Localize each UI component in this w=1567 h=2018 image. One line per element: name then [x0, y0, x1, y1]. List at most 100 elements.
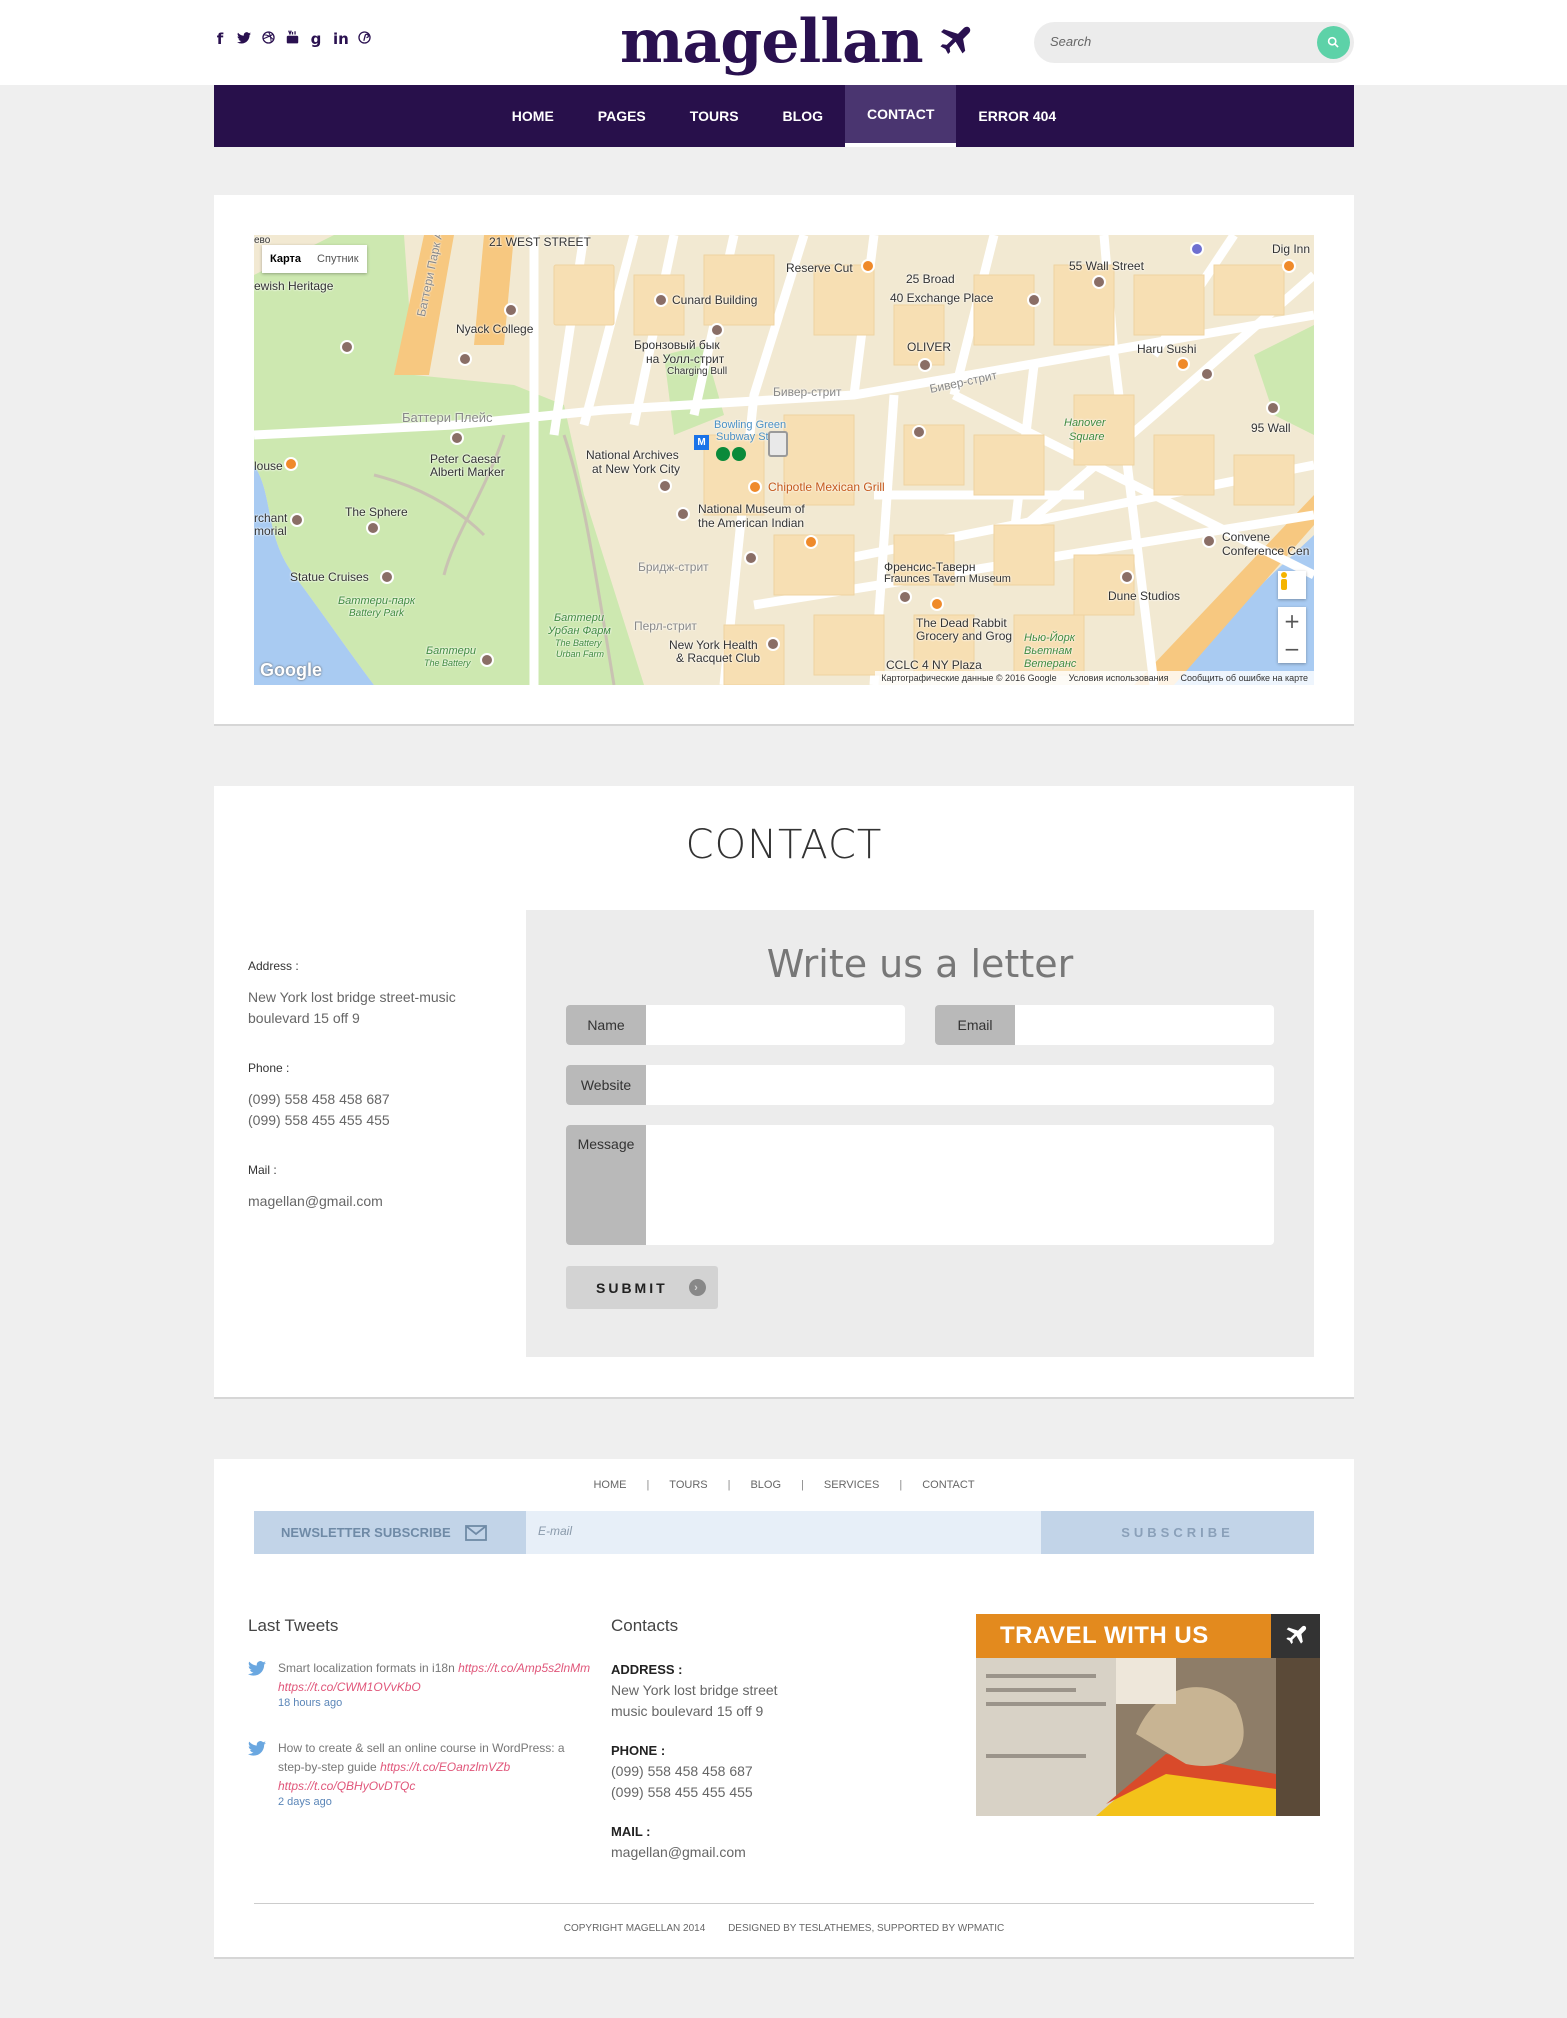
map-poi-marker[interactable] [804, 535, 818, 549]
map-poi-marker[interactable] [1120, 570, 1134, 584]
map-poi-marker[interactable] [710, 323, 724, 337]
website-field[interactable]: Website [566, 1065, 1274, 1105]
contacts-title: Contacts [611, 1616, 679, 1635]
nav-pages[interactable]: PAGES [576, 85, 668, 147]
copyright: COPYRIGHT MAGELLAN 2014 DESIGNED BY TESL… [214, 1923, 1354, 1934]
map-type-satellite[interactable]: Спутник [309, 245, 366, 273]
map-poi-marker[interactable] [676, 507, 690, 521]
map-label: 40 Exchange Place [890, 291, 994, 305]
map-poi-marker[interactable] [504, 303, 518, 317]
google-map[interactable]: ewish Heritage 21 WEST STREET Баттери Па… [254, 235, 1314, 685]
map-poi-marker[interactable] [912, 425, 926, 439]
footer-nav-services[interactable]: SERVICES [824, 1479, 879, 1491]
footer-address-line: music boulevard 15 off 9 [611, 1703, 764, 1719]
map-poi-marker[interactable] [1092, 275, 1106, 289]
map-poi-marker[interactable] [380, 570, 394, 584]
footer-nav-tours[interactable]: TOURS [669, 1479, 707, 1491]
map-poi-marker[interactable] [1027, 293, 1041, 307]
footer-nav-home[interactable]: HOME [593, 1479, 626, 1491]
map-label: Conference Cen [1222, 544, 1310, 558]
map-poi-marker[interactable] [366, 521, 380, 535]
tweet-text: Smart localization formats in i18n [278, 1661, 459, 1675]
map-poi-marker[interactable] [1282, 259, 1296, 273]
map-poi-marker[interactable] [458, 352, 472, 366]
map-poi-marker[interactable] [766, 637, 780, 651]
map-report-link[interactable]: Сообщить об ошибке на карте [1181, 673, 1308, 683]
youtube-icon[interactable] [285, 30, 299, 48]
site-logo[interactable]: magellan [620, 2, 973, 82]
plane-icon [1271, 1614, 1320, 1658]
nav-home[interactable]: HOME [490, 85, 576, 147]
zoom-out-button[interactable]: − [1278, 635, 1306, 663]
map-poi-marker[interactable] [744, 551, 758, 565]
map-poi-marker[interactable] [654, 293, 668, 307]
map-poi-marker[interactable] [1200, 367, 1214, 381]
map-poi-marker[interactable] [1202, 534, 1216, 548]
map-label: Бивер-стрит [773, 385, 842, 399]
designed-by-text[interactable]: DESIGNED BY TESLATHEMES, SUPPORTED BY WP… [728, 1923, 1004, 1934]
map-terms-link[interactable]: Условия использования [1069, 673, 1169, 683]
search-box [1034, 22, 1354, 63]
map-label: Hanover [1064, 417, 1106, 429]
subway-icon[interactable]: M [694, 435, 709, 450]
street-view-pegman-icon[interactable] [1278, 571, 1306, 599]
pinterest-icon[interactable] [357, 30, 371, 48]
linkedin-icon[interactable]: in [333, 30, 349, 48]
dribbble-icon[interactable] [261, 30, 275, 48]
facebook-icon[interactable]: f [213, 30, 227, 48]
map-label: Battery Park [349, 608, 405, 619]
submit-button[interactable]: SUBMIT › [566, 1266, 718, 1309]
footer-phone-line: (099) 558 458 458 687 [611, 1763, 753, 1779]
footer-mail-label: MAIL : [611, 1824, 651, 1839]
map-poi-marker[interactable] [1190, 242, 1204, 256]
tweet-time[interactable]: 2 days ago [278, 1796, 593, 1808]
plane-icon [940, 26, 970, 54]
name-label: Name [566, 1005, 646, 1045]
map-poi-marker[interactable] [918, 358, 932, 372]
nav-tours[interactable]: TOURS [668, 85, 761, 147]
google-plus-icon[interactable]: g [309, 30, 323, 48]
nav-error-404[interactable]: ERROR 404 [956, 85, 1078, 147]
twitter-icon[interactable] [237, 30, 251, 48]
map-poi-marker[interactable] [930, 597, 944, 611]
search-input[interactable] [1050, 34, 1300, 49]
newsletter-email-input[interactable] [538, 1524, 938, 1538]
map-poi-marker[interactable] [748, 480, 762, 494]
map-poi-marker[interactable] [1266, 401, 1280, 415]
zoom-in-button[interactable]: + [1278, 607, 1306, 635]
footer-nav-blog[interactable]: BLOG [750, 1479, 781, 1491]
map-poi-marker[interactable] [898, 590, 912, 604]
map-label: National Museum of [698, 502, 805, 516]
message-field[interactable]: Message [566, 1125, 1274, 1245]
search-button[interactable] [1317, 26, 1350, 59]
map-poi-marker[interactable] [861, 259, 875, 273]
subscribe-button[interactable]: SUBSCRIBE [1041, 1511, 1314, 1554]
map-label: Nyack College [456, 322, 534, 336]
map-poi-marker[interactable] [480, 653, 494, 667]
newsletter-bar: NEWSLETTER SUBSCRIBE SUBSCRIBE [254, 1511, 1314, 1554]
map-poi-marker[interactable] [658, 479, 672, 493]
footer-nav-contact[interactable]: CONTACT [922, 1479, 974, 1491]
website-label: Website [566, 1065, 646, 1105]
map-card: ewish Heritage 21 WEST STREET Баттери Па… [214, 195, 1354, 726]
map-label: 21 WEST STREET [489, 235, 591, 249]
name-field[interactable]: Name [566, 1005, 905, 1045]
location-marker-icon[interactable] [768, 431, 788, 457]
nav-contact[interactable]: CONTACT [844, 85, 957, 147]
footer-mail[interactable]: magellan@gmail.com [611, 1842, 778, 1863]
map-poi-marker[interactable] [1176, 357, 1190, 371]
map-poi-marker[interactable] [450, 431, 464, 445]
map-label: Бронзовый бык [634, 338, 720, 352]
travel-promo-banner[interactable]: TRAVEL WITH US [976, 1614, 1320, 1816]
email-field[interactable]: Email [935, 1005, 1274, 1045]
map-type-map[interactable]: Карта [262, 245, 309, 273]
nav-blog[interactable]: BLOG [761, 85, 845, 147]
mail-value[interactable]: magellan@gmail.com [248, 1191, 383, 1212]
map-label: Баттери-парк [338, 595, 416, 607]
map-label: rchant [254, 511, 288, 525]
footer-phone-line: (099) 558 455 455 455 [611, 1784, 753, 1800]
map-poi-marker[interactable] [340, 340, 354, 354]
tweet-time[interactable]: 18 hours ago [278, 1697, 593, 1709]
map-poi-marker[interactable] [290, 513, 304, 527]
map-poi-marker[interactable] [284, 457, 298, 471]
